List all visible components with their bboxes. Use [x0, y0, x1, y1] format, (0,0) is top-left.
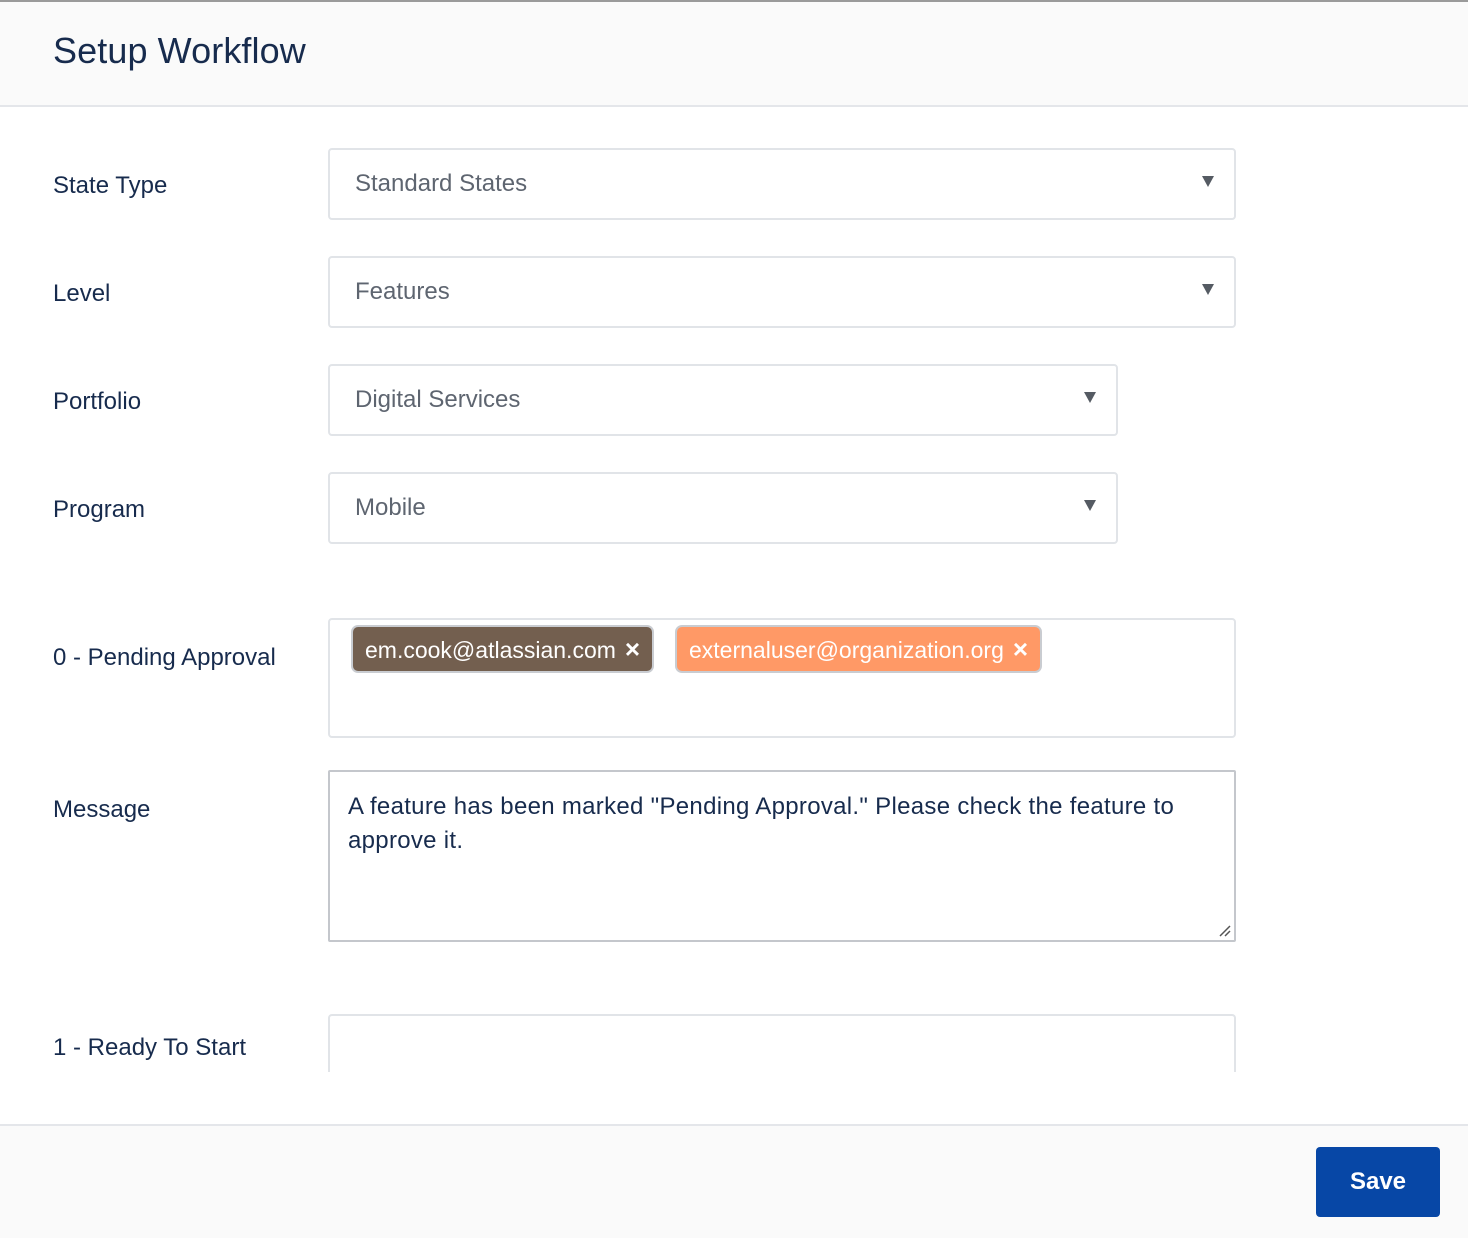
- portfolio-label: Portfolio: [53, 388, 142, 415]
- chevron-down-icon: [1202, 284, 1214, 295]
- user-tag-label: externaluser@organization.org: [689, 637, 1004, 663]
- dialog-header: Setup Workflow: [0, 2, 1468, 107]
- state-type-label: State Type: [53, 172, 168, 199]
- portfolio-value: Digital Services: [355, 386, 521, 413]
- program-value: Mobile: [355, 494, 426, 521]
- message-textarea[interactable]: A feature has been marked "Pending Appro…: [328, 770, 1236, 942]
- portfolio-select[interactable]: Digital Services: [328, 364, 1118, 436]
- ready-to-start-label: 1 - Ready To Start: [53, 1034, 246, 1061]
- dialog-title: Setup Workflow: [53, 30, 306, 71]
- message-text: A feature has been marked "Pending Appro…: [348, 793, 1175, 854]
- chevron-down-icon: [1202, 176, 1214, 187]
- program-label: Program: [53, 496, 146, 523]
- resize-grip-icon[interactable]: [1217, 923, 1231, 937]
- user-tag: externaluser@organization.org ×: [675, 625, 1043, 673]
- state-type-value: Standard States: [355, 170, 528, 197]
- close-icon[interactable]: ×: [625, 627, 640, 671]
- close-icon[interactable]: ×: [1013, 627, 1028, 671]
- user-tag-label: em.cook@atlassian.com: [365, 637, 616, 663]
- dialog-body[interactable]: State Type Standard States Level Feature…: [0, 107, 1468, 1072]
- pending-approval-users-input[interactable]: em.cook@atlassian.com × externaluser@orga…: [328, 618, 1236, 738]
- state-type-select[interactable]: Standard States: [328, 148, 1236, 220]
- pending-approval-label: 0 - Pending Approval: [53, 644, 276, 671]
- setup-workflow-dialog: Setup Workflow State Type Standard State…: [0, 0, 1468, 1238]
- save-button[interactable]: Save: [1316, 1147, 1440, 1217]
- ready-to-start-users-input[interactable]: [328, 1014, 1236, 1072]
- chevron-down-icon: [1084, 500, 1096, 511]
- level-label: Level: [53, 280, 111, 307]
- program-select[interactable]: Mobile: [328, 472, 1118, 544]
- level-value: Features: [355, 278, 450, 305]
- level-select[interactable]: Features: [328, 256, 1236, 328]
- chevron-down-icon: [1084, 392, 1096, 403]
- dialog-footer: Save: [0, 1124, 1468, 1238]
- message-label: Message: [53, 796, 151, 823]
- user-tag: em.cook@atlassian.com ×: [351, 625, 655, 673]
